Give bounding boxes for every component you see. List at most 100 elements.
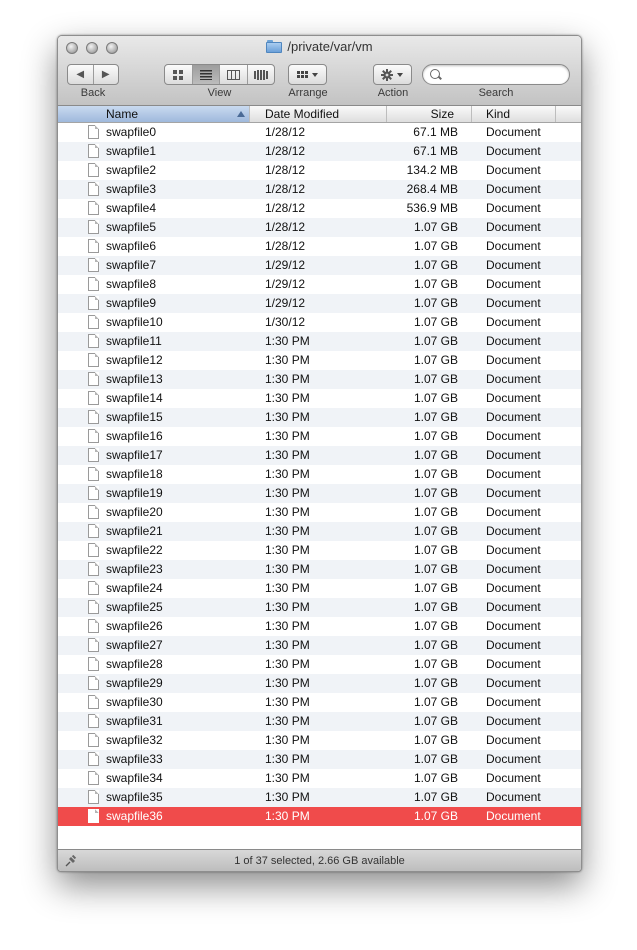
search-label: Search (478, 87, 514, 99)
file-size: 1.07 GB (413, 809, 458, 823)
file-kind: Document (486, 258, 541, 272)
file-name: swapfile22 (106, 543, 163, 557)
file-row[interactable]: swapfile32 1:30 PM 1.07 GB Document (58, 731, 581, 750)
sort-ascending-icon (237, 111, 245, 117)
document-icon (88, 657, 99, 671)
file-name: swapfile16 (106, 429, 163, 443)
file-name: swapfile34 (106, 771, 163, 785)
file-row[interactable]: swapfile5 1/28/12 1.07 GB Document (58, 218, 581, 237)
file-row[interactable]: swapfile34 1:30 PM 1.07 GB Document (58, 769, 581, 788)
file-kind: Document (486, 581, 541, 595)
file-kind: Document (486, 239, 541, 253)
file-size: 1.07 GB (413, 410, 458, 424)
list-view-button[interactable] (192, 65, 220, 84)
file-row[interactable]: swapfile1 1/28/12 67.1 MB Document (58, 142, 581, 161)
document-icon (88, 809, 99, 823)
file-kind: Document (486, 733, 541, 747)
file-size: 1.07 GB (413, 562, 458, 576)
file-size: 1.07 GB (413, 600, 458, 614)
action-button[interactable] (373, 64, 412, 85)
file-row[interactable]: swapfile20 1:30 PM 1.07 GB Document (58, 503, 581, 522)
file-row[interactable]: swapfile26 1:30 PM 1.07 GB Document (58, 617, 581, 636)
file-row[interactable]: swapfile4 1/28/12 536.9 MB Document (58, 199, 581, 218)
file-name: swapfile14 (106, 391, 163, 405)
file-row[interactable]: swapfile12 1:30 PM 1.07 GB Document (58, 351, 581, 370)
file-size: 1.07 GB (413, 581, 458, 595)
document-icon (88, 638, 99, 652)
file-size: 1.07 GB (413, 657, 458, 671)
file-row[interactable]: swapfile8 1/29/12 1.07 GB Document (58, 275, 581, 294)
file-row[interactable]: swapfile21 1:30 PM 1.07 GB Document (58, 522, 581, 541)
status-bar: 1 of 37 selected, 2.66 GB available (58, 849, 581, 871)
file-name: swapfile12 (106, 353, 163, 367)
file-row[interactable]: swapfile11 1:30 PM 1.07 GB Document (58, 332, 581, 351)
path-pin-icon[interactable] (65, 855, 77, 867)
document-icon (88, 619, 99, 633)
file-size: 1.07 GB (413, 771, 458, 785)
file-row[interactable]: swapfile9 1/29/12 1.07 GB Document (58, 294, 581, 313)
file-kind: Document (486, 410, 541, 424)
column-header-size[interactable]: Size (387, 106, 472, 122)
forward-button[interactable]: ▶ (94, 65, 119, 84)
file-row[interactable]: swapfile3 1/28/12 268.4 MB Document (58, 180, 581, 199)
column-header-name[interactable]: Name (58, 106, 250, 122)
file-row[interactable]: swapfile18 1:30 PM 1.07 GB Document (58, 465, 581, 484)
file-row[interactable]: swapfile28 1:30 PM 1.07 GB Document (58, 655, 581, 674)
file-size: 1.07 GB (413, 790, 458, 804)
file-name: swapfile36 (106, 809, 163, 823)
document-icon (88, 429, 99, 443)
file-kind: Document (486, 201, 541, 215)
back-button[interactable]: ◀ (68, 65, 94, 84)
document-icon (88, 581, 99, 595)
file-row[interactable]: swapfile13 1:30 PM 1.07 GB Document (58, 370, 581, 389)
file-row[interactable]: swapfile22 1:30 PM 1.07 GB Document (58, 541, 581, 560)
file-kind: Document (486, 391, 541, 405)
search-input[interactable] (443, 67, 565, 84)
file-row[interactable]: swapfile35 1:30 PM 1.07 GB Document (58, 788, 581, 807)
column-header-kind[interactable]: Kind (472, 106, 556, 122)
file-row[interactable]: swapfile30 1:30 PM 1.07 GB Document (58, 693, 581, 712)
file-row[interactable]: swapfile6 1/28/12 1.07 GB Document (58, 237, 581, 256)
file-size: 1.07 GB (413, 695, 458, 709)
file-row[interactable]: swapfile23 1:30 PM 1.07 GB Document (58, 560, 581, 579)
file-name: swapfile26 (106, 619, 163, 633)
file-name: swapfile19 (106, 486, 163, 500)
file-size: 1.07 GB (413, 220, 458, 234)
file-size: 134.2 MB (406, 163, 458, 177)
file-row[interactable]: swapfile16 1:30 PM 1.07 GB Document (58, 427, 581, 446)
file-name: swapfile17 (106, 448, 163, 462)
file-name: swapfile4 (106, 201, 157, 215)
document-icon (88, 258, 99, 272)
file-row[interactable]: swapfile19 1:30 PM 1.07 GB Document (58, 484, 581, 503)
file-row[interactable]: swapfile7 1/29/12 1.07 GB Document (58, 256, 581, 275)
file-kind: Document (486, 752, 541, 766)
file-row[interactable]: swapfile29 1:30 PM 1.07 GB Document (58, 674, 581, 693)
arrange-button[interactable] (288, 64, 327, 85)
column-header-row: Name Date Modified Size Kind (58, 106, 581, 123)
document-icon (88, 733, 99, 747)
document-icon (88, 372, 99, 386)
file-row[interactable]: swapfile15 1:30 PM 1.07 GB Document (58, 408, 581, 427)
file-row[interactable]: swapfile25 1:30 PM 1.07 GB Document (58, 598, 581, 617)
column-view-button[interactable] (220, 65, 248, 84)
file-row[interactable]: swapfile10 1/30/12 1.07 GB Document (58, 313, 581, 332)
file-size: 1.07 GB (413, 448, 458, 462)
file-row[interactable]: swapfile24 1:30 PM 1.07 GB Document (58, 579, 581, 598)
file-size: 1.07 GB (413, 334, 458, 348)
column-header-date[interactable]: Date Modified (250, 106, 387, 122)
file-row[interactable]: swapfile0 1/28/12 67.1 MB Document (58, 123, 581, 142)
file-row[interactable]: swapfile31 1:30 PM 1.07 GB Document (58, 712, 581, 731)
file-row[interactable]: swapfile2 1/28/12 134.2 MB Document (58, 161, 581, 180)
file-row[interactable]: swapfile17 1:30 PM 1.07 GB Document (58, 446, 581, 465)
icon-view-button[interactable] (165, 65, 193, 84)
file-row[interactable]: swapfile14 1:30 PM 1.07 GB Document (58, 389, 581, 408)
cover-flow-button[interactable] (248, 65, 275, 84)
file-row[interactable]: swapfile27 1:30 PM 1.07 GB Document (58, 636, 581, 655)
file-row[interactable]: swapfile36 1:30 PM 1.07 GB Document (58, 807, 581, 826)
document-icon (88, 714, 99, 728)
column-header-name-label: Name (106, 107, 139, 121)
document-icon (88, 296, 99, 310)
file-size: 1.07 GB (413, 733, 458, 747)
file-row[interactable]: swapfile33 1:30 PM 1.07 GB Document (58, 750, 581, 769)
search-field[interactable] (422, 64, 570, 85)
